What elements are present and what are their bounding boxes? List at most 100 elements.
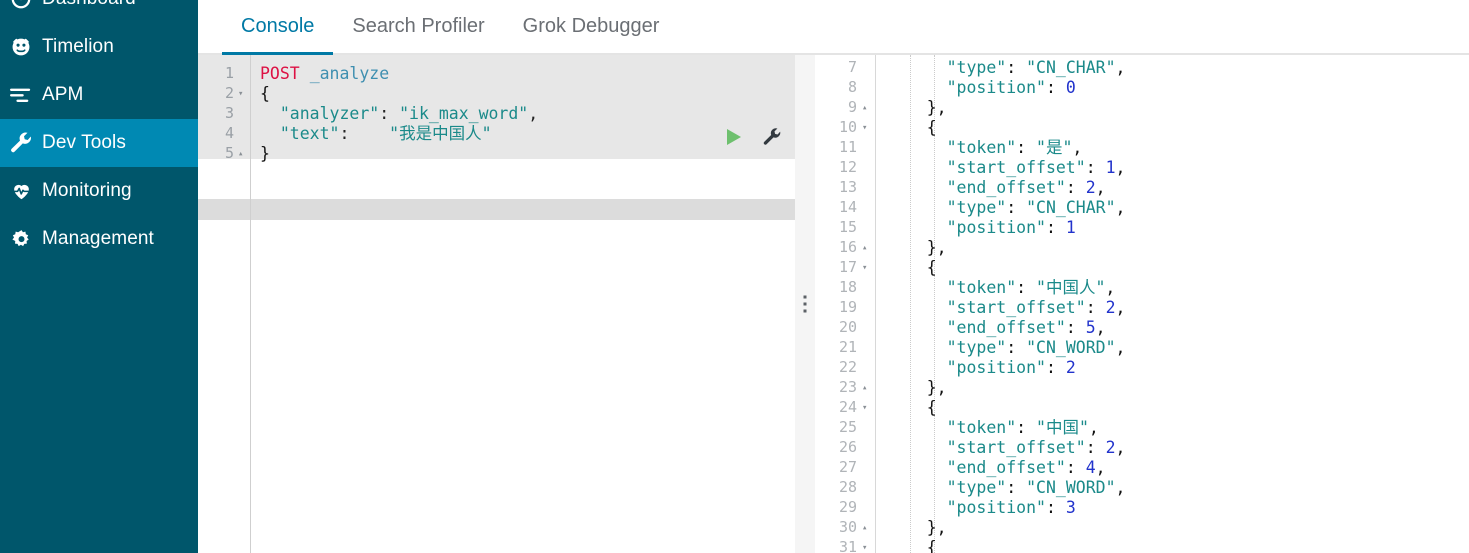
code-token: "end_offset"	[887, 318, 1066, 337]
response-fold-toggle-icon[interactable]: ▾	[862, 124, 867, 133]
code-token: :	[1045, 78, 1066, 97]
response-fold-toggle-icon[interactable]: ▾	[862, 544, 867, 553]
code-token: "type"	[887, 478, 1007, 497]
editor-code-line[interactable]: POST _analyze	[260, 64, 389, 84]
response-code-line: {	[887, 258, 937, 278]
response-fold-toggle-icon[interactable]: ▴	[862, 384, 867, 393]
console-panes: 1 2 ▾ 3 4 5 ▴ POST _analyze{ "analyzer": "ik_m…	[198, 55, 1469, 553]
code-token: :	[1065, 318, 1086, 337]
response-line-number: 18	[838, 278, 857, 296]
sidebar-item-label: APM	[42, 84, 84, 105]
editor-gutter-divider	[250, 55, 251, 553]
code-token: {	[887, 538, 937, 553]
main-content: Console Search Profiler Grok Debugger 1 2 ▾ 3…	[198, 0, 1469, 553]
pane-splitter-handle[interactable]	[795, 55, 815, 553]
code-token: :	[1085, 438, 1106, 457]
code-token: "token"	[887, 278, 1017, 297]
code-token: "	[481, 124, 492, 143]
request-editor[interactable]: 1 2 ▾ 3 4 5 ▴ POST _analyze{ "analyzer": "ik_m…	[198, 55, 795, 553]
code-token: :	[1016, 278, 1037, 297]
sidebar-item-management[interactable]: Management	[0, 215, 198, 263]
code-token: {	[887, 258, 937, 277]
editor-code-line[interactable]: "text": "我是中国人"	[260, 124, 492, 144]
code-token: "start_offset"	[887, 438, 1086, 457]
sidebar-item-label: Monitoring	[42, 180, 132, 201]
dashboard-icon	[0, 0, 42, 10]
response-line-number: 8	[847, 78, 857, 96]
response-viewer[interactable]: 7 8 9 ▴ 10 ▾ 11 12 13 14 15 16 ▴ 17 ▾ 18 19 20 21 22 23 ▴ 24 ▾ 2…	[815, 55, 1469, 553]
response-line-number: 11	[838, 138, 857, 156]
sidebar-item-apm[interactable]: APM	[0, 71, 198, 119]
tab-console[interactable]: Console	[222, 0, 334, 55]
sidebar-item-label: Dashboard	[42, 0, 136, 10]
code-token: "ik_max_word"	[399, 104, 529, 123]
code-token: ,	[528, 104, 539, 123]
editor-active-line-highlight	[198, 199, 795, 220]
heartbeat-icon	[0, 180, 42, 202]
response-code-line: "token": "中国人",	[887, 278, 1116, 298]
code-token: "CN_CHAR"	[1026, 58, 1116, 77]
code-token: },	[887, 378, 947, 397]
code-token: ,	[1115, 338, 1126, 357]
code-token: "position"	[887, 218, 1046, 237]
code-token: 中国人	[1045, 278, 1096, 297]
response-fold-toggle-icon[interactable]: ▾	[862, 264, 867, 273]
response-code-line: "type": "CN_CHAR",	[887, 58, 1126, 78]
code-token: 5	[1085, 318, 1096, 337]
response-code-line: },	[887, 238, 947, 258]
code-token: "text"	[260, 124, 340, 143]
response-line-number: 21	[838, 338, 857, 356]
editor-fold-toggle-icon[interactable]: ▾	[238, 90, 243, 99]
code-token: "start_offset"	[887, 298, 1086, 317]
response-line-number: 17	[838, 258, 857, 276]
response-code-line: "start_offset": 2,	[887, 298, 1126, 318]
editor-code-line[interactable]: {	[260, 84, 270, 104]
code-token: 1	[1105, 158, 1116, 177]
code-token: :	[1045, 218, 1066, 237]
code-token: "type"	[887, 58, 1007, 77]
response-line-number: 31	[838, 538, 857, 553]
tab-search-profiler[interactable]: Search Profiler	[333, 0, 503, 53]
editor-code-line[interactable]: "analyzer": "ik_max_word",	[260, 104, 538, 124]
sidebar-item-dashboard[interactable]: Dashboard	[0, 0, 198, 23]
response-fold-toggle-icon[interactable]: ▾	[862, 404, 867, 413]
code-token: ,	[1115, 478, 1126, 497]
response-fold-toggle-icon[interactable]: ▴	[862, 104, 867, 113]
code-token: "position"	[887, 78, 1046, 97]
send-request-play-icon[interactable]	[721, 125, 745, 149]
gear-icon	[0, 228, 42, 251]
code-token: "position"	[887, 498, 1046, 517]
editor-line-number: 2	[224, 84, 234, 102]
response-fold-toggle-icon[interactable]: ▴	[862, 244, 867, 253]
editor-code-line[interactable]: }	[260, 144, 270, 164]
tab-grok-debugger[interactable]: Grok Debugger	[504, 0, 679, 53]
editor-fold-toggle-icon[interactable]: ▴	[238, 150, 243, 159]
response-line-number: 28	[838, 478, 857, 496]
sidebar-item-timelion[interactable]: Timelion	[0, 23, 198, 71]
response-line-number: 9	[847, 98, 857, 116]
editor-actions	[721, 125, 783, 149]
sidebar-item-monitoring[interactable]: Monitoring	[0, 167, 198, 215]
code-token: }	[260, 144, 270, 163]
response-line-number: 14	[838, 198, 857, 216]
response-fold-toggle-icon[interactable]: ▴	[862, 524, 867, 533]
response-code-line: "type": "CN_WORD",	[887, 478, 1126, 498]
code-token: "	[1036, 138, 1046, 157]
response-code-line: "position": 0	[887, 78, 1076, 98]
code-token: {	[887, 398, 937, 417]
code-token: 2	[1065, 358, 1076, 377]
code-token: },	[887, 238, 947, 257]
response-gutter-divider	[875, 55, 876, 553]
response-line-number: 10	[838, 118, 857, 136]
code-token: :	[1006, 478, 1027, 497]
code-token: {	[887, 118, 937, 137]
sidebar-item-dev-tools[interactable]: Dev Tools	[0, 119, 198, 167]
wrench-icon	[0, 131, 42, 155]
response-line-number: 23	[838, 378, 857, 396]
code-token: ,	[1072, 138, 1083, 157]
global-nav-sidebar: Dashboard Timelion APM Dev Tools Monitoring M…	[0, 0, 198, 553]
code-token: "CN_WORD"	[1026, 338, 1116, 357]
code-token: ,	[1095, 318, 1106, 337]
code-token: ,	[1095, 178, 1106, 197]
wrench-icon[interactable]	[761, 126, 783, 148]
